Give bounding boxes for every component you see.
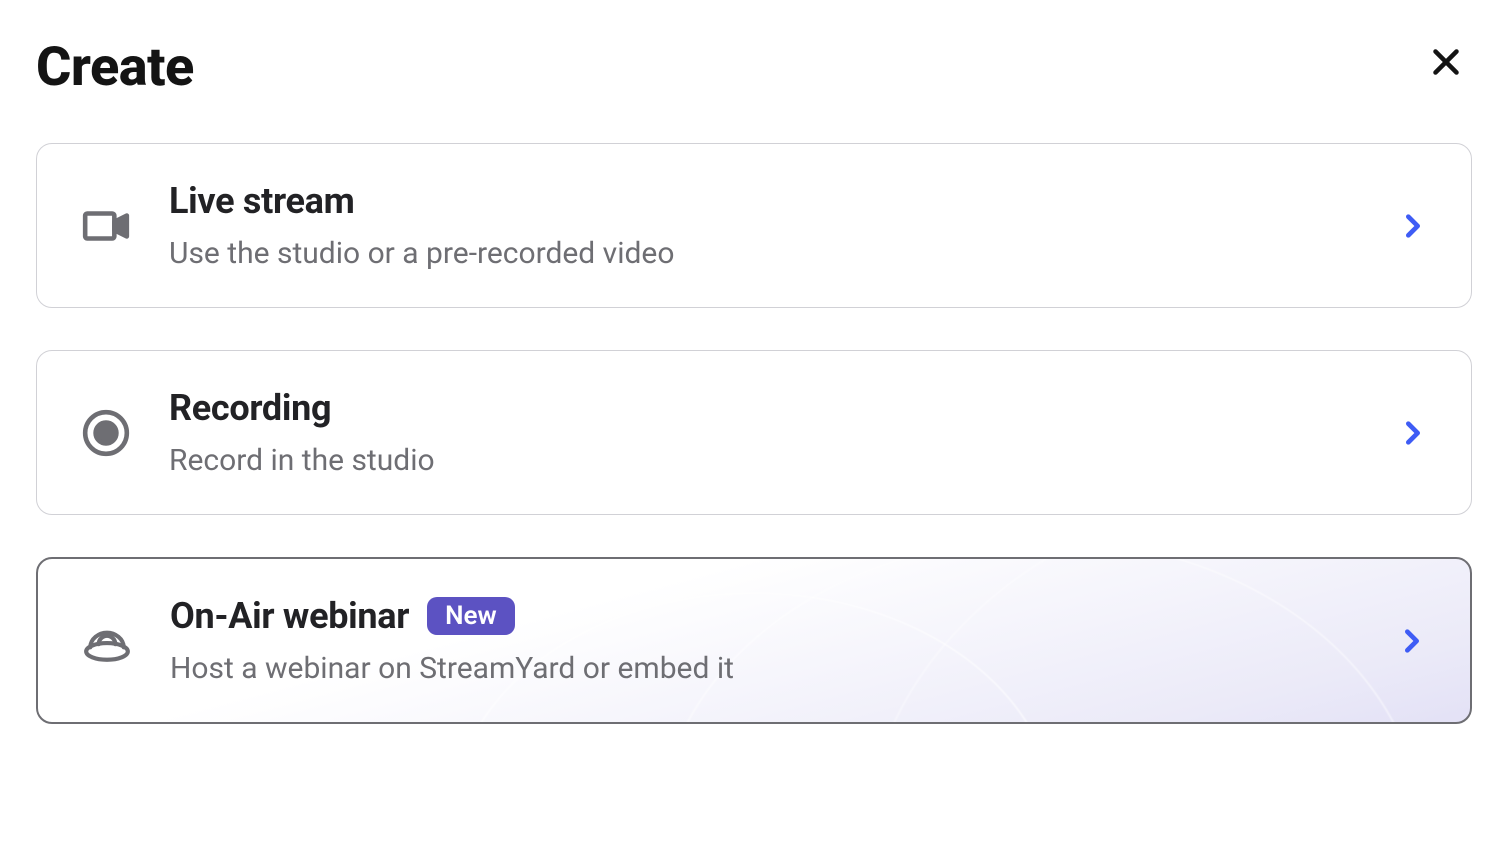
option-text: On-Air webinar New Host a webinar on Str… <box>170 595 1398 686</box>
modal-title: Create <box>36 36 194 99</box>
option-description: Record in the studio <box>169 443 1399 478</box>
option-live-stream[interactable]: Live stream Use the studio or a pre-reco… <box>36 143 1472 308</box>
option-title-row: Recording <box>169 387 1399 429</box>
option-title-row: On-Air webinar New <box>170 595 1398 637</box>
camera-icon <box>81 201 141 251</box>
chevron-right-icon <box>1399 419 1427 447</box>
record-icon <box>81 408 141 458</box>
option-text: Recording Record in the studio <box>169 387 1399 478</box>
option-text: Live stream Use the studio or a pre-reco… <box>169 180 1399 271</box>
option-title: Recording <box>169 387 331 429</box>
option-description: Host a webinar on StreamYard or embed it <box>170 651 1398 686</box>
close-button[interactable] <box>1420 36 1472 91</box>
option-description: Use the studio or a pre-recorded video <box>169 236 1399 271</box>
option-on-air-webinar[interactable]: On-Air webinar New Host a webinar on Str… <box>36 557 1472 724</box>
modal-header: Create <box>36 36 1472 99</box>
chevron-right-icon <box>1399 212 1427 240</box>
option-title-row: Live stream <box>169 180 1399 222</box>
new-badge: New <box>427 597 515 635</box>
webinar-icon <box>82 616 142 666</box>
options-list: Live stream Use the studio or a pre-reco… <box>36 143 1472 724</box>
close-icon <box>1428 44 1464 83</box>
option-title: On-Air webinar <box>170 595 409 637</box>
option-recording[interactable]: Recording Record in the studio <box>36 350 1472 515</box>
option-title: Live stream <box>169 180 355 222</box>
chevron-right-icon <box>1398 627 1426 655</box>
